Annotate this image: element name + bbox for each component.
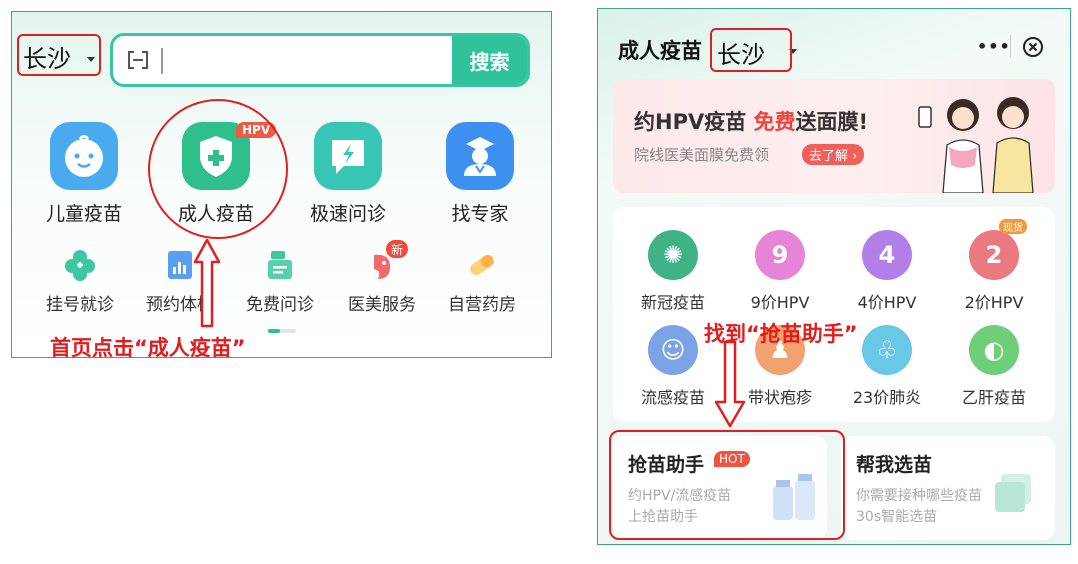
two-women-illustration bbox=[918, 97, 1034, 193]
vaccine-grid-card: ✺ 9 4 2 现货 新冠疫苗 9价HPV 4价HPV 2价HPV ☺ ♟ ♧ … bbox=[613, 207, 1055, 422]
flu-vaccine-label: 流感疫苗 bbox=[640, 388, 706, 407]
flu-vaccine-icon[interactable]: ☺ bbox=[648, 325, 698, 375]
adult-vaccine-highlight-circle bbox=[148, 99, 288, 239]
picker-line1: 你需要接种哪些疫苗 bbox=[856, 488, 982, 504]
hpv2-glyph: 2 bbox=[985, 241, 1003, 269]
promo-banner[interactable]: 约HPV疫苗 免费送面膜! 院线医美面膜免费领 去了解 › bbox=[613, 79, 1055, 193]
hepb-vaccine-icon[interactable]: ◐ bbox=[969, 325, 1019, 375]
hpv4-label: 4价HPV bbox=[857, 293, 917, 312]
lightning-chat-icon bbox=[332, 140, 364, 174]
banner-title-free: 免费 bbox=[753, 110, 796, 134]
in-stock-badge: 现货 bbox=[999, 219, 1027, 234]
banner-title: 约HPV疫苗 免费送面膜! bbox=[634, 106, 868, 136]
flu-glyph: ☺ bbox=[660, 336, 686, 364]
beauty-service-label: 医美服务 bbox=[348, 295, 416, 315]
picker-title: 帮我选苗 bbox=[856, 454, 933, 476]
covid-vaccine-label: 新冠疫苗 bbox=[640, 293, 706, 312]
clover-icon[interactable] bbox=[62, 247, 98, 283]
page-indicator bbox=[268, 329, 296, 333]
hpv4-glyph: 4 bbox=[878, 241, 896, 269]
down-arrow-icon bbox=[714, 340, 746, 428]
pill-icon[interactable] bbox=[464, 247, 500, 283]
pneumonia-label: 23价肺炎 bbox=[852, 388, 922, 407]
vaccine-select-icon bbox=[995, 474, 1031, 512]
search-input[interactable] bbox=[161, 48, 163, 74]
hpv2-vaccine-icon[interactable]: 2 bbox=[969, 230, 1019, 280]
hpv9-glyph: 9 bbox=[771, 241, 789, 269]
page-title: 成人疫苗 bbox=[618, 39, 702, 63]
registration-label: 挂号就诊 bbox=[46, 295, 114, 315]
new-badge: 新 bbox=[386, 240, 408, 258]
banner-title-part1: 约HPV疫苗 bbox=[634, 110, 754, 134]
hpv2-label: 2价HPV bbox=[964, 293, 1024, 312]
picker-line2: 30s智能选苗 bbox=[856, 509, 938, 525]
up-arrow-icon bbox=[193, 238, 221, 328]
more-icon[interactable]: ••• bbox=[977, 37, 1011, 56]
toolbar-divider bbox=[1010, 35, 1011, 57]
scan-icon[interactable] bbox=[127, 50, 149, 70]
hepb-glyph: ◐ bbox=[983, 336, 1005, 364]
left-instruction-text: 首页点击“成人疫苗” bbox=[50, 336, 246, 360]
hpv9-vaccine-icon[interactable]: 9 bbox=[755, 230, 805, 280]
find-expert-label: 找专家 bbox=[451, 203, 509, 225]
doctor-card-icon[interactable] bbox=[262, 247, 298, 283]
banner-subtitle: 院线医美面膜免费领 bbox=[634, 146, 770, 164]
learn-more-button[interactable]: 去了解 › bbox=[802, 144, 865, 165]
hpv4-vaccine-icon[interactable]: 4 bbox=[862, 230, 912, 280]
search-bar[interactable]: 搜索 bbox=[110, 33, 530, 87]
hepb-label: 乙肝疫苗 bbox=[961, 388, 1027, 407]
child-vaccine-button[interactable] bbox=[50, 122, 118, 190]
help-pick-vaccine-card[interactable]: 帮我选苗 你需要接种哪些疫苗 30s智能选苗 bbox=[841, 436, 1055, 540]
pneumonia-vaccine-icon[interactable]: ♧ bbox=[862, 325, 912, 375]
doctor-icon bbox=[464, 137, 496, 176]
free-consult-label: 免费问诊 bbox=[246, 295, 314, 315]
covid-vaccine-icon[interactable]: ✺ bbox=[648, 230, 698, 280]
pharmacy-label: 自营药房 bbox=[448, 295, 516, 315]
hpv9-label: 9价HPV bbox=[750, 293, 810, 312]
search-button[interactable]: 搜索 bbox=[452, 36, 527, 84]
find-expert-button[interactable] bbox=[446, 122, 514, 190]
shingles-label: 带状疱疹 bbox=[747, 388, 813, 407]
city-highlight-box bbox=[17, 34, 101, 76]
banner-title-part2: 送面膜! bbox=[795, 110, 869, 134]
child-vaccine-label: 儿童疫苗 bbox=[45, 203, 123, 225]
helper-highlight-box bbox=[609, 430, 845, 540]
quick-consult-button[interactable] bbox=[314, 122, 382, 190]
right-city-highlight-box bbox=[710, 28, 792, 72]
close-icon[interactable] bbox=[1022, 36, 1044, 58]
quick-consult-label: 极速问诊 bbox=[309, 203, 387, 225]
covid-glyph: ✺ bbox=[662, 241, 684, 269]
baby-face-icon bbox=[65, 135, 103, 177]
pneumonia-glyph: ♧ bbox=[876, 336, 898, 364]
